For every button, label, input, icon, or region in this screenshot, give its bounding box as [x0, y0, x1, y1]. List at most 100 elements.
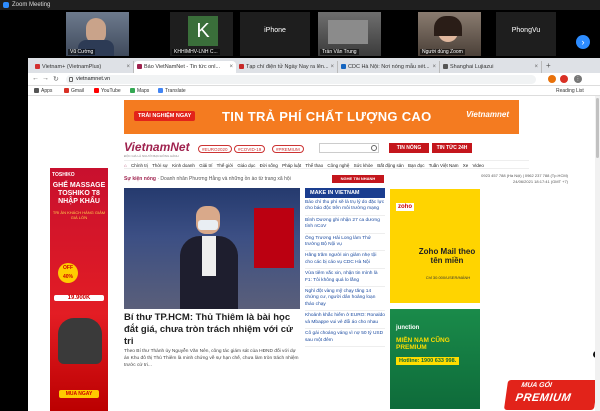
menu-item[interactable]: Bạn đọc — [408, 163, 425, 168]
scrollbar[interactable] — [595, 96, 600, 411]
participant-name: Vũ Cường — [68, 49, 96, 55]
extension-icon[interactable] — [548, 75, 556, 83]
menu-item[interactable]: Đời sống — [260, 163, 278, 168]
profile-icon[interactable] — [560, 75, 568, 83]
bookmark-apps[interactable]: Apps — [34, 86, 52, 96]
zoom-icon — [3, 2, 9, 8]
site-logo[interactable]: VietnamNet ĐỘC GIẢ LÀ NGƯỜI BẠN ĐỒNG HÀNH — [124, 140, 190, 158]
menu-item[interactable]: Giải trí — [199, 163, 212, 168]
participant-tile[interactable]: Người dùng Zoom — [418, 12, 481, 56]
banner-text: TIN TRẢ PHÍ CHẤT LƯỢNG CAO — [222, 109, 432, 124]
lock-icon — [69, 77, 73, 82]
browser-tab[interactable]: Shanghai Lujiazui × — [440, 61, 542, 73]
youtube-icon — [94, 88, 99, 93]
participant-name: iPhone — [264, 27, 286, 34]
menu-icon[interactable]: ⋮ — [574, 75, 582, 83]
hero-title[interactable]: Bí thư TP.HCM: Thủ Thiêm là bài học đắt … — [124, 312, 300, 348]
hot-news-button[interactable]: TIN NÓNG — [389, 143, 429, 153]
bookmark-gmail[interactable]: Gmail — [64, 86, 84, 96]
list-item[interactable]: Nghỉ đột vàng mỹ chạy tăng 14 chứng cư, … — [305, 287, 385, 312]
browser-tab-active[interactable]: Báo VietNamNet - Tin tức onl... × — [134, 61, 236, 73]
site-search-input[interactable] — [319, 143, 379, 153]
tag-premium[interactable]: #PREMIUM — [272, 145, 304, 153]
close-icon[interactable]: × — [534, 61, 538, 73]
site-header: VietnamNet ĐỘC GIẢ LÀ NGƯỜI BẠN ĐỒNG HÀNH… — [124, 140, 524, 158]
list-item[interactable]: Bình Dương ghi nhận 27 ca dương tính nCo… — [305, 216, 385, 234]
participant-avatar: K — [188, 16, 218, 46]
close-icon[interactable]: × — [432, 61, 436, 73]
category-menu: ⌂ Chính trị Thời sự Kinh doanh Giải trí … — [124, 160, 529, 169]
favicon-icon — [35, 64, 40, 69]
menu-item[interactable]: Chính trị — [131, 163, 148, 168]
browser-tab[interactable]: Vietnam+ (VietnamPlus) × — [32, 61, 134, 73]
listen-news-badge[interactable]: NGHE TIN NHANH — [332, 175, 384, 183]
bookmark-translate[interactable]: Translate — [158, 86, 186, 96]
address-bar-row: ← → ↻ vietnamnet.vn ⋮ — [28, 73, 600, 86]
home-icon[interactable]: ⌂ — [124, 163, 127, 168]
reading-list[interactable]: Reading List — [556, 86, 584, 96]
list-item[interactable]: Cô gái choáng váng vì nợ 50 tỷ USD sau m… — [305, 329, 385, 347]
bookmarks-bar: Apps Gmail YouTube Maps Translate Readin… — [28, 86, 600, 96]
menu-item[interactable]: Sức khỏe — [354, 163, 373, 168]
browser-tab[interactable]: CDC Hà Nội: Nơi nóng mẫu xét... × — [338, 61, 440, 73]
hero-image[interactable] — [124, 188, 300, 309]
participant-name: Người dùng Zoom — [420, 49, 465, 55]
maps-icon — [130, 88, 135, 93]
back-icon[interactable]: ← — [32, 75, 39, 82]
menu-item[interactable]: Giáo dục — [237, 163, 255, 168]
list-item[interactable]: Vừa tiêm vắc xin, nhận tin mình là F1: T… — [305, 269, 385, 288]
zoho-mail-ad[interactable]: zoho Zoho Mail theo tên miền Chỉ 30.000/… — [390, 189, 480, 303]
try-now-button[interactable]: TRẢI NGHIỆM NGAY — [134, 111, 196, 121]
bookmark-youtube[interactable]: YouTube — [94, 86, 121, 96]
next-page-icon[interactable]: › — [576, 35, 590, 49]
tag-covid[interactable]: #COVID-19 — [234, 145, 266, 153]
menu-item[interactable]: Bất động sản — [377, 163, 404, 168]
close-icon[interactable]: × — [229, 61, 233, 73]
participant-tile[interactable]: Trần Văn Trung — [318, 12, 381, 56]
close-icon[interactable]: × — [330, 61, 334, 73]
menu-item[interactable]: Thời sự — [152, 163, 168, 168]
menu-item[interactable]: Công nghệ — [327, 163, 349, 168]
url-input[interactable]: vietnamnet.vn — [66, 75, 536, 84]
contact-info: 0923 457 788 (Hà Nội) | 0962 237 788 (Tp… — [481, 173, 568, 184]
menu-item[interactable]: Thể thao — [305, 163, 323, 168]
tag-euro[interactable]: #EURO2020 — [198, 145, 232, 153]
close-icon[interactable]: × — [126, 61, 130, 73]
buy-premium-button[interactable]: MUA GÓI PREMIUM — [503, 380, 599, 410]
menu-item[interactable]: Thế giới — [217, 163, 233, 168]
forward-icon[interactable]: → — [42, 75, 49, 82]
hot-event-link[interactable]: Doanh nhân Phương Hằng và những ồn ào từ… — [160, 176, 290, 182]
participant-tile[interactable]: Vũ Cường — [66, 12, 129, 56]
menu-item[interactable]: Video — [473, 163, 484, 168]
news24-button[interactable]: TIN TỨC 24H — [432, 143, 472, 153]
junction-ad[interactable]: junction MIỄN NAM CŨNG PREMIUM Hotline: … — [390, 309, 480, 409]
participant-tile[interactable]: PhongVu — [496, 12, 556, 56]
zoom-window-title: Zoom Meeting — [0, 0, 600, 10]
scrollbar-thumb[interactable] — [596, 98, 599, 158]
menu-item[interactable]: Tuần Việt Nam — [429, 163, 459, 168]
search-icon[interactable] — [371, 145, 377, 151]
menu-item[interactable]: Kinh doanh — [172, 163, 195, 168]
hero-summary: Theo Bí thư Thành ủy Nguyễn Văn Nên, côn… — [124, 349, 299, 368]
buy-now-button[interactable]: MUA NGAY — [59, 390, 99, 398]
participant-tile[interactable]: K KHHIMHV-LNH C... — [170, 12, 233, 56]
massage-chair-ad[interactable]: TOSHIKO GHẾ MASSAGE TOSHIKO T8 NHẬP KHẨU… — [50, 168, 108, 411]
reload-icon[interactable]: ↻ — [53, 75, 59, 83]
bookmark-maps[interactable]: Maps — [130, 86, 149, 96]
participant-name: PhongVu — [511, 27, 541, 34]
participant-name: KHHIMHV-LNH C... — [172, 49, 220, 55]
browser-tab[interactable]: Tạp chí điện tử Ngày Nay ra lên... × — [236, 61, 338, 73]
banner-logo: Vietnamnet — [466, 110, 509, 119]
zoom-participant-strip: Vũ Cường K KHHIMHV-LNH C... iPhone Trần … — [0, 10, 600, 58]
menu-item[interactable]: Xe — [463, 163, 469, 168]
premium-banner-ad[interactable]: TRẢI NGHIỆM NGAY TIN TRẢ PHÍ CHẤT LƯỢNG … — [124, 100, 519, 134]
list-item[interactable]: Khoảnh khắc hiếm ở EURO: Ronaldo và Mbap… — [305, 311, 385, 330]
list-item[interactable]: Hãng trăm người xin giảm nhẹ tội cho các… — [305, 251, 385, 270]
make-in-vietnam-header[interactable]: MAKE IN VIETNAM — [305, 188, 385, 198]
menu-item[interactable]: Pháp luật — [282, 163, 301, 168]
list-item[interactable]: Ông Trương Hải Long làm Thứ trưởng Bộ Nộ… — [305, 234, 385, 252]
participant-tile[interactable]: iPhone — [240, 12, 310, 56]
new-tab-icon[interactable]: + — [546, 61, 551, 70]
favicon-icon — [443, 64, 448, 69]
list-item[interactable]: Báo chí thu phí sẽ là trụ lý do đặc lực … — [305, 198, 385, 216]
